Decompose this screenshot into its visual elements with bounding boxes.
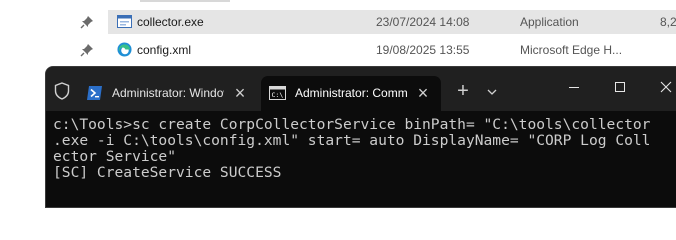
console-line: c:\Tools>sc create CorpCollectorService … <box>53 116 651 133</box>
tab-label: Administrator: Windows PowerShell <box>112 86 224 100</box>
console-line: .exe -i C:\tools\config.xml" start= auto… <box>53 132 651 149</box>
file-row-collector[interactable]: collector.exe 23/07/2024 14:08 Applicati… <box>0 9 676 35</box>
file-row-config[interactable]: config.xml 19/08/2025 13:55 Microsoft Ed… <box>0 37 676 63</box>
close-icon[interactable]: × <box>228 81 252 105</box>
console-line: ector Service" <box>53 148 177 165</box>
powershell-icon <box>87 86 102 100</box>
file-type: Application <box>520 15 579 29</box>
pin-icon <box>80 44 93 57</box>
file-explorer: collector.exe 23/07/2024 14:08 Applicati… <box>0 0 676 70</box>
application-icon <box>117 15 132 28</box>
new-tab-button[interactable]: + <box>451 79 475 103</box>
tab-powershell[interactable]: Administrator: Windows PowerShell × <box>78 76 258 111</box>
file-size: 8,2 <box>660 15 676 29</box>
terminal-window: Administrator: Windows PowerShell × C:\ … <box>45 66 676 208</box>
tab-label: Administrator: Command Prompt <box>295 86 407 100</box>
console-line: [SC] CreateService SUCCESS <box>53 164 282 181</box>
pin-icon <box>80 16 93 29</box>
window-close-button[interactable] <box>643 73 676 103</box>
terminal-tab-bar: Administrator: Windows PowerShell × C:\ … <box>46 67 676 111</box>
minimize-button[interactable] <box>551 73 597 103</box>
file-name: collector.exe <box>137 15 204 29</box>
tab-command-prompt[interactable]: C:\ Administrator: Command Prompt × <box>261 76 441 111</box>
shield-icon <box>54 82 70 100</box>
edge-icon <box>117 42 132 57</box>
scroll-remnant <box>0 0 676 4</box>
cmd-icon: C:\ <box>269 86 286 100</box>
file-date: 19/08/2025 13:55 <box>376 43 470 57</box>
svg-text:C:\: C:\ <box>272 91 284 99</box>
console-output[interactable]: c:\Tools>sc create CorpCollectorService … <box>53 117 676 181</box>
chevron-down-icon[interactable] <box>481 79 503 103</box>
maximize-button[interactable] <box>597 73 643 103</box>
file-date: 23/07/2024 14:08 <box>376 15 470 29</box>
close-icon[interactable]: × <box>411 81 435 105</box>
file-type: Microsoft Edge H... <box>520 43 623 57</box>
file-name: config.xml <box>137 43 192 57</box>
